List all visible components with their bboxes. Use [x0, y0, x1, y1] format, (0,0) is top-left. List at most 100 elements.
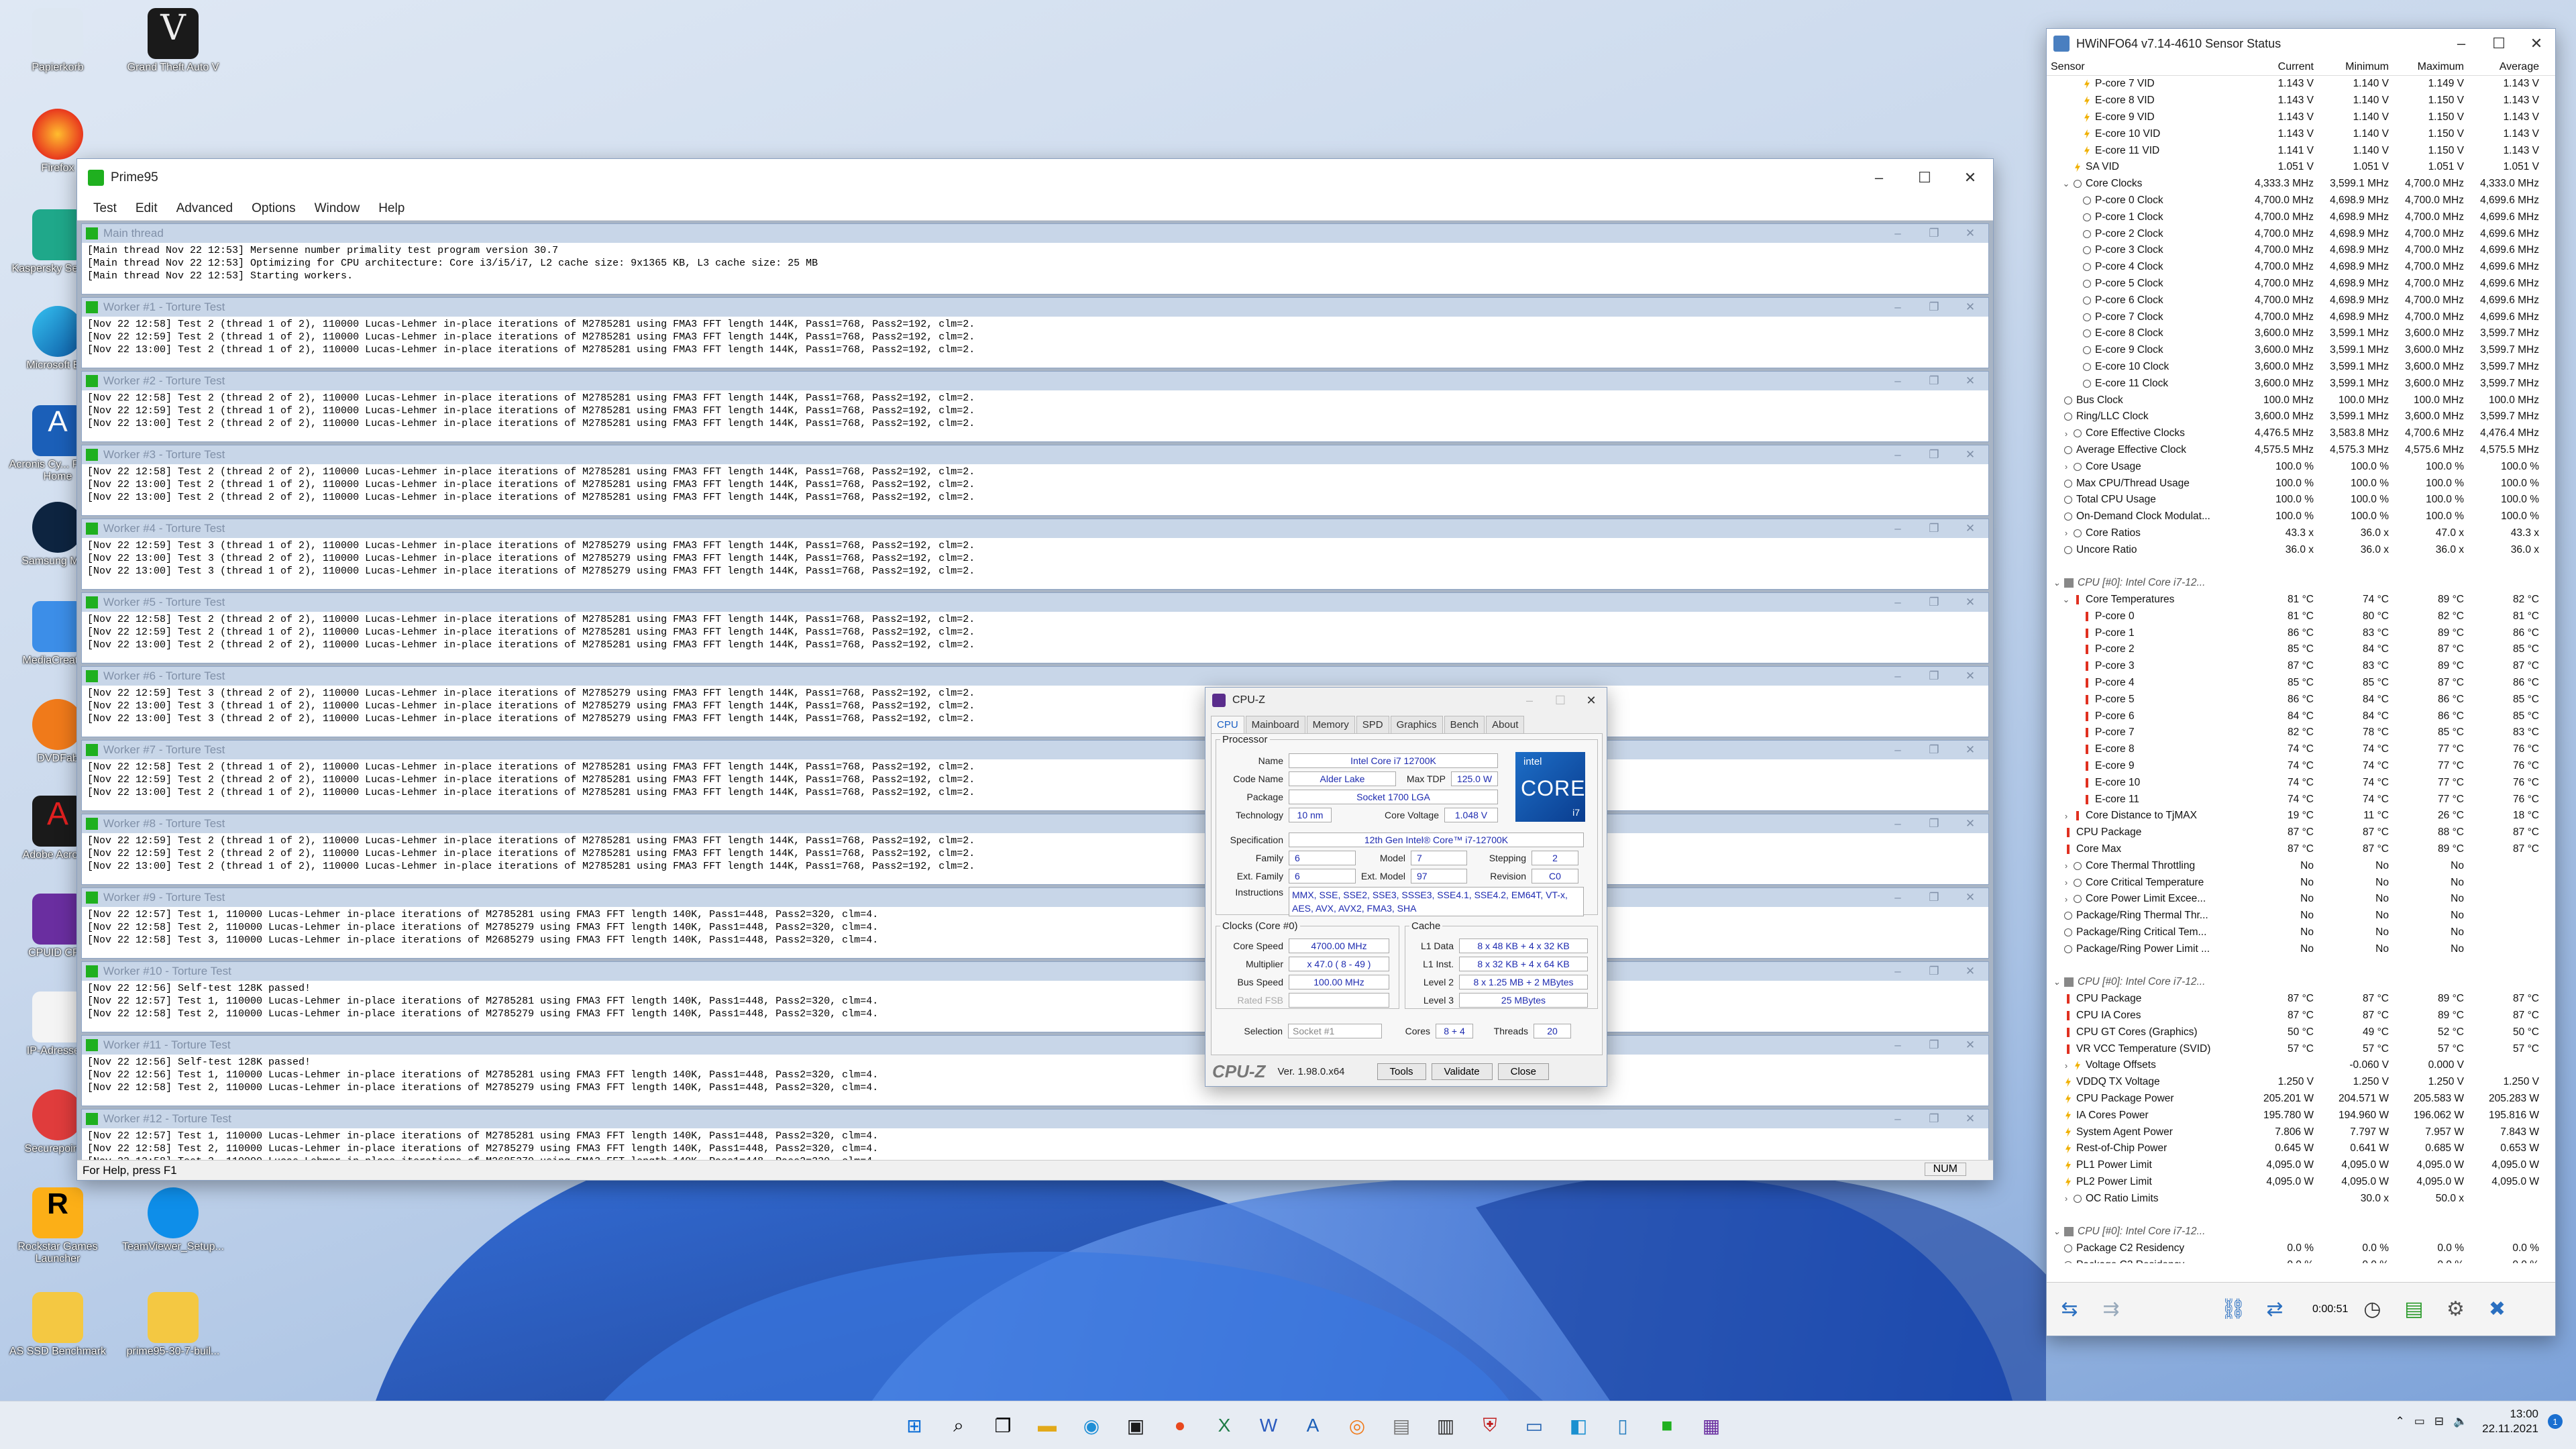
menu-edit[interactable]: Edit: [126, 201, 167, 216]
cpuz-window[interactable]: CPU-Z – ☐ ✕ CPU Mainboard Memory SPD Gra…: [1205, 687, 1607, 1087]
display-icon[interactable]: ▭: [2414, 1415, 2425, 1428]
sensor-row[interactable]: CPU Package 87 °C 87 °C 89 °C 87 °C: [2047, 991, 2555, 1008]
close-button[interactable]: ✕: [1576, 688, 1607, 713]
minimize-button[interactable]: –: [1880, 596, 1916, 609]
minimize-button[interactable]: –: [1880, 1112, 1916, 1126]
sensor-group-header[interactable]: ⌄ CPU [#0]: Intel Core i7-12...: [2047, 1224, 2555, 1240]
menu-options[interactable]: Options: [242, 201, 305, 216]
minimize-button[interactable]: –: [1880, 965, 1916, 978]
notification-badge[interactable]: 1: [2548, 1414, 2563, 1429]
minimize-button[interactable]: –: [1880, 522, 1916, 535]
report-icon[interactable]: ⇄: [2257, 1292, 2292, 1327]
sensor-row[interactable]: Max CPU/Thread Usage 100.0 % 100.0 % 100.0 …: [2047, 475, 2555, 492]
sensor-row[interactable]: CPU GT Cores (Graphics) 50 °C 49 °C 52 °C 50…: [2047, 1024, 2555, 1040]
expand-chevron-icon[interactable]: ⌄: [2049, 1226, 2064, 1237]
sensor-row[interactable]: On-Demand Clock Modulat... 100.0 % 100.0 %…: [2047, 508, 2555, 525]
expand-chevron-icon[interactable]: ⌄: [2049, 977, 2064, 987]
restore-button[interactable]: ❐: [1916, 1112, 1952, 1126]
sensor-row[interactable]: E-core 10 74 °C 74 °C 77 °C 76 °C: [2047, 774, 2555, 791]
menu-help[interactable]: Help: [369, 201, 414, 216]
worker-window[interactable]: Worker #6 - Torture Test – ❐ ✕ [Nov 22 12:59…: [81, 666, 1989, 737]
menu-advanced[interactable]: Advanced: [167, 201, 243, 216]
store-icon[interactable]: ▣: [1118, 1408, 1153, 1443]
restore-button[interactable]: ❐: [1916, 1038, 1952, 1052]
socket-select[interactable]: Socket #1: [1288, 1024, 1382, 1038]
sensor-row[interactable]: [2047, 558, 2555, 575]
sensor-row[interactable]: P-core 0 81 °C 80 °C 82 °C 81 °C: [2047, 608, 2555, 625]
worker-titlebar[interactable]: Worker #6 - Torture Test – ❐ ✕: [82, 667, 1988, 686]
sensor-row[interactable]: P-core 4 85 °C 85 °C 87 °C 86 °C: [2047, 675, 2555, 692]
worker-titlebar[interactable]: Worker #10 - Torture Test – ❐ ✕: [82, 962, 1988, 981]
minimize-button[interactable]: –: [2443, 29, 2480, 58]
sensor-row[interactable]: P-core 7 82 °C 78 °C 85 °C 83 °C: [2047, 724, 2555, 741]
sensor-row[interactable]: Average Effective Clock 4,575.5 MHz 4,575.…: [2047, 442, 2555, 459]
minimize-button[interactable]: –: [1880, 817, 1916, 830]
sensor-row[interactable]: Total CPU Usage 100.0 % 100.0 % 100.0 % 100.…: [2047, 492, 2555, 508]
minimize-button[interactable]: –: [1880, 448, 1916, 462]
desktop-icon-rockstar[interactable]: R Rockstar Games Launcher: [0, 1183, 115, 1284]
worker-titlebar[interactable]: Main thread – ❐ ✕: [82, 224, 1988, 243]
excel-icon[interactable]: X: [1207, 1408, 1242, 1443]
worker-titlebar[interactable]: Worker #8 - Torture Test – ❐ ✕: [82, 814, 1988, 833]
expand-chevron-icon[interactable]: ›: [2059, 1193, 2074, 1203]
maximize-button[interactable]: ☐: [1545, 688, 1576, 713]
hwinfo-taskbar-icon[interactable]: ▥: [1428, 1408, 1463, 1443]
sensor-row[interactable]: Package C3 Residency0.0 %0.0 %0.0 %0.0 %: [2047, 1257, 2555, 1263]
col-sensor[interactable]: Sensor: [2047, 61, 2241, 73]
worker-titlebar[interactable]: Worker #4 - Torture Test – ❐ ✕: [82, 519, 1988, 538]
worker-window[interactable]: Worker #9 - Torture Test – ❐ ✕ [Nov 22 12:57…: [81, 888, 1989, 959]
close-button[interactable]: ✕: [1952, 522, 1988, 535]
sensor-row[interactable]: [2047, 1207, 2555, 1224]
worker-window[interactable]: Worker #11 - Torture Test – ❐ ✕ [Nov 22 12:5…: [81, 1035, 1989, 1106]
sensor-row[interactable]: › Voltage Offsets -0.060 V 0.000 V: [2047, 1057, 2555, 1074]
sensor-row[interactable]: CPU Package 87 °C 87 °C 88 °C 87 °C: [2047, 824, 2555, 841]
cpuz-taskbar-icon[interactable]: ▦: [1694, 1408, 1729, 1443]
restore-button[interactable]: ❐: [1916, 301, 1952, 314]
sensor-row[interactable]: › Core Power Limit Excee... No No No: [2047, 891, 2555, 908]
tab-graphics[interactable]: Graphics: [1390, 716, 1443, 733]
worker-titlebar[interactable]: Worker #1 - Torture Test – ❐ ✕: [82, 298, 1988, 317]
start-button-windows-icon[interactable]: ⊞: [897, 1408, 932, 1443]
prime95-window[interactable]: Prime95 – ☐ ✕ Test Edit Advanced Options…: [76, 158, 1994, 1181]
sensor-row[interactable]: Package C2 Residency 0.0 % 0.0 % 0.0 % 0.0 %: [2047, 1240, 2555, 1257]
maximize-button[interactable]: ☐: [2480, 29, 2518, 58]
sensor-row[interactable]: P-core 0 Clock 4,700.0 MHz 4,698.9 MHz 4,70…: [2047, 193, 2555, 209]
sensor-row[interactable]: E-core 8 Clock 3,600.0 MHz 3,599.1 MHz 3,60…: [2047, 325, 2555, 342]
sensor-row[interactable]: P-core 3 Clock 4,700.0 MHz 4,698.9 MHz 4,70…: [2047, 242, 2555, 259]
network-icon[interactable]: ⛓: [2216, 1292, 2251, 1327]
sensor-row[interactable]: E-core 10 VID 1.143 V 1.140 V 1.150 V 1.143 …: [2047, 125, 2555, 142]
sensor-row[interactable]: Package/Ring Thermal Thr... No No No: [2047, 908, 2555, 924]
maximize-button[interactable]: ☐: [1902, 159, 1947, 197]
search-icon[interactable]: ⌕: [941, 1408, 976, 1443]
sensor-row[interactable]: CPU Package Power 205.201 W 204.571 W 205.5…: [2047, 1091, 2555, 1108]
hwinfo-window[interactable]: HWiNFO64 v7.14-4610 Sensor Status – ☐ ✕ …: [2046, 28, 2556, 1336]
sensor-row[interactable]: P-core 2 Clock 4,700.0 MHz 4,698.9 MHz 4,70…: [2047, 225, 2555, 242]
close-button[interactable]: ✕: [1952, 965, 1988, 978]
close-button[interactable]: ✕: [1952, 227, 1988, 240]
minimize-button[interactable]: –: [1880, 374, 1916, 388]
desktop-icon-recycle-bin[interactable]: Papierkorb: [0, 4, 115, 105]
expand-chevron-icon[interactable]: ⌄: [2059, 594, 2074, 605]
expand-chevron-icon[interactable]: ⌄: [2059, 178, 2074, 189]
sensor-row[interactable]: ⌄ Core Clocks 4,333.3 MHz 3,599.1 MHz 4,700.…: [2047, 176, 2555, 193]
close-button[interactable]: ✕: [1952, 301, 1988, 314]
prime95-titlebar[interactable]: Prime95 – ☐ ✕: [77, 159, 1993, 197]
col-minimum[interactable]: Minimum: [2316, 61, 2392, 73]
tab-bench[interactable]: Bench: [1444, 716, 1485, 733]
restore-button[interactable]: ❐: [1916, 743, 1952, 757]
sensor-row[interactable]: Package/Ring Critical Tem... No No No: [2047, 924, 2555, 941]
sensor-row[interactable]: PL1 Power Limit 4,095.0 W 4,095.0 W 4,095.0…: [2047, 1157, 2555, 1174]
clock-icon[interactable]: ◷: [2355, 1292, 2390, 1327]
tab-cpu[interactable]: CPU: [1211, 716, 1244, 733]
worker-titlebar[interactable]: Worker #5 - Torture Test – ❐ ✕: [82, 593, 1988, 612]
minimize-button[interactable]: –: [1880, 227, 1916, 240]
sensor-row[interactable]: Uncore Ratio 36.0 x 36.0 x 36.0 x 36.0 x: [2047, 541, 2555, 558]
close-button[interactable]: ✕: [2518, 29, 2555, 58]
col-maximum[interactable]: Maximum: [2392, 61, 2467, 73]
close-button[interactable]: ✕: [1952, 596, 1988, 609]
close-button[interactable]: ✕: [1947, 159, 1993, 197]
desktop-icon-as-ssd[interactable]: AS SSD Benchmark: [0, 1288, 115, 1389]
clock[interactable]: 13:00 22.11.2021: [2482, 1407, 2538, 1436]
col-average[interactable]: Average: [2467, 61, 2542, 73]
navigate-right-icon[interactable]: ⇉: [2094, 1292, 2129, 1327]
